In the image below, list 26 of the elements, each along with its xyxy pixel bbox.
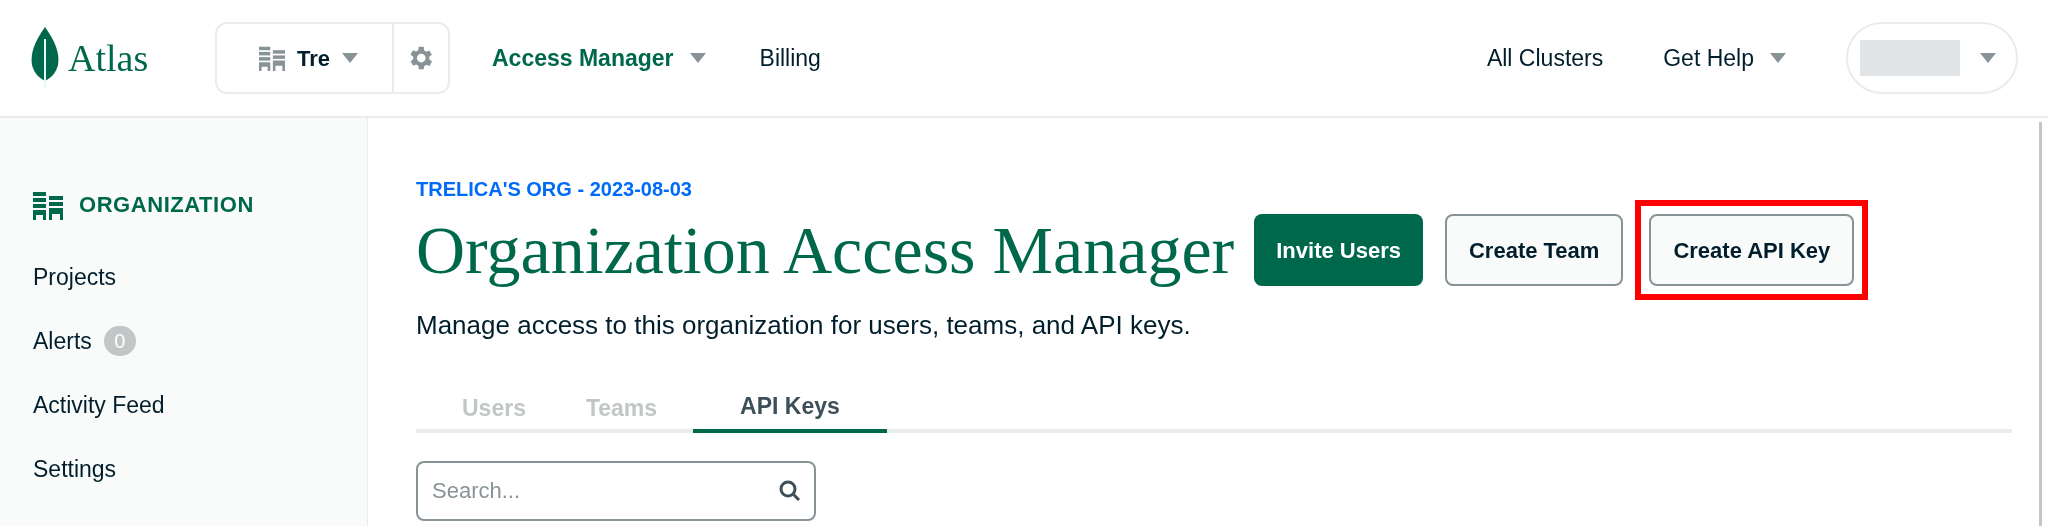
nav-link[interactable]: Billing [759,40,821,76]
page-description: Manage access to this organization for users, teams, and API keys. [416,309,1192,342]
nav-link[interactable]: Get Help [1663,40,1786,76]
action-button[interactable]: Create Team [1444,214,1624,286]
sidebar-item[interactable]: Alerts 0 [33,309,367,373]
sidebar-item[interactable]: Projects [33,245,367,309]
search-field[interactable]: Search... [416,461,816,521]
search-icon [778,479,802,503]
sidebar-item[interactable]: Settings [33,437,367,501]
leaf-logo-icon [30,27,60,89]
tab[interactable]: API Keys [693,383,887,433]
nav-link[interactable]: All Clusters [1486,40,1604,76]
action-button[interactable]: Create API Key [1649,214,1855,286]
action-button[interactable]: Invite Users [1254,214,1423,286]
logo-text: Atlas [68,35,149,81]
count-badge: 0 [103,326,136,356]
org-name: Tre [297,44,331,73]
caret-icon [342,53,359,63]
nav-link[interactable]: Access Manager [492,40,706,76]
building-icon [259,45,285,71]
building-icon [33,189,63,220]
sidebar-item[interactable]: Activity Feed [33,373,367,437]
sidebar-heading: ORGANIZATION [79,191,254,219]
breadcrumb[interactable]: TRELICA'S ORG - 2023-08-03 [416,174,2012,204]
org-selector[interactable]: Tre [215,22,450,94]
caret-icon [1980,53,1996,63]
